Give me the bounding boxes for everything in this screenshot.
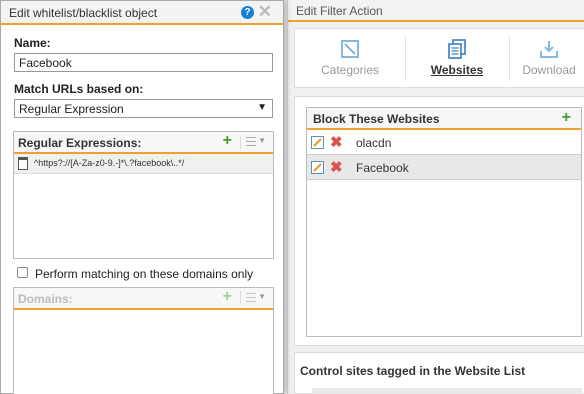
dialog-title: Edit whitelist/blacklist object (9, 6, 158, 20)
regex-panel: Regular Expressions: + ▼ ^https?://[A-Za… (13, 131, 274, 259)
block-websites-list: Block These Websites + ✖ olacdn ✖ Facebo… (306, 107, 582, 337)
add-website-button[interactable]: + (562, 110, 571, 126)
download-button[interactable]: Download (509, 29, 584, 89)
match-select-value: Regular Expression (19, 102, 124, 116)
categories-label: Categories (320, 63, 380, 77)
list-icon (246, 293, 256, 302)
add-domain-button[interactable]: + (223, 289, 232, 305)
domains-menu-button[interactable]: ▼ (240, 291, 268, 305)
download-label: Download (522, 63, 576, 77)
list-icon (246, 137, 256, 146)
list-item[interactable]: ✖ olacdn (307, 130, 581, 155)
edit-icon[interactable] (311, 161, 324, 174)
control-section-title: Control sites tagged in the Website List (300, 364, 526, 378)
delete-icon[interactable]: ✖ (330, 158, 343, 176)
domains-only-label: Perform matching on these domains only (35, 267, 254, 281)
categories-icon (341, 40, 359, 58)
control-section-header (312, 388, 582, 394)
websites-label: Websites (430, 63, 484, 77)
name-field[interactable] (14, 53, 273, 72)
dialog-title-bar: Edit whitelist/blacklist object ? ✕ (1, 1, 283, 25)
list-item[interactable]: ✖ Facebook (307, 155, 581, 180)
block-list-header: Block These Websites + (307, 108, 581, 130)
domains-panel-title: Domains: (18, 292, 73, 306)
regex-panel-header: Regular Expressions: + ▼ (14, 132, 273, 154)
download-icon (540, 41, 558, 58)
regex-menu-button[interactable]: ▼ (240, 135, 268, 149)
list-item[interactable]: ^https?://[A-Za-z0-9.-]*\.?facebook\..*/ (14, 154, 273, 174)
add-regex-button[interactable]: + (223, 133, 232, 149)
close-icon[interactable]: ✕ (258, 2, 272, 22)
website-name: olacdn (356, 136, 392, 150)
chevron-down-icon: ▼ (257, 102, 267, 113)
panel-title: Edit Filter Action (288, 0, 584, 22)
website-name: Facebook (356, 161, 409, 175)
chevron-down-icon: ▼ (258, 292, 266, 301)
websites-button[interactable]: Websites (405, 29, 509, 89)
delete-icon[interactable]: ✖ (330, 133, 343, 151)
chevron-down-icon: ▼ (258, 136, 266, 145)
help-icon[interactable]: ? (241, 6, 254, 19)
match-select[interactable]: Regular Expression ▼ (14, 99, 273, 118)
edit-filter-action-panel: Edit Filter Action Categories Websites D… (287, 0, 584, 394)
trash-icon[interactable] (18, 157, 28, 170)
categories-button[interactable]: Categories (295, 29, 405, 89)
regex-panel-title: Regular Expressions: (18, 136, 142, 150)
filter-toolbar: Categories Websites Download (294, 28, 584, 88)
edit-icon[interactable] (311, 136, 324, 149)
domains-only-checkbox[interactable] (17, 267, 28, 278)
websites-icon (448, 39, 466, 59)
domains-panel: Domains: + ▼ (13, 287, 274, 394)
block-list-title: Block These Websites (313, 112, 440, 126)
edit-object-dialog: Edit whitelist/blacklist object ? ✕ Name… (0, 0, 284, 394)
match-label: Match URLs based on: (14, 82, 144, 96)
domains-panel-header: Domains: + ▼ (14, 288, 273, 310)
name-label: Name: (14, 36, 51, 50)
regex-value: ^https?://[A-Za-z0-9.-]*\.?facebook\..*/ (34, 158, 185, 168)
block-section: Block These Websites + ✖ olacdn ✖ Facebo… (294, 96, 584, 346)
